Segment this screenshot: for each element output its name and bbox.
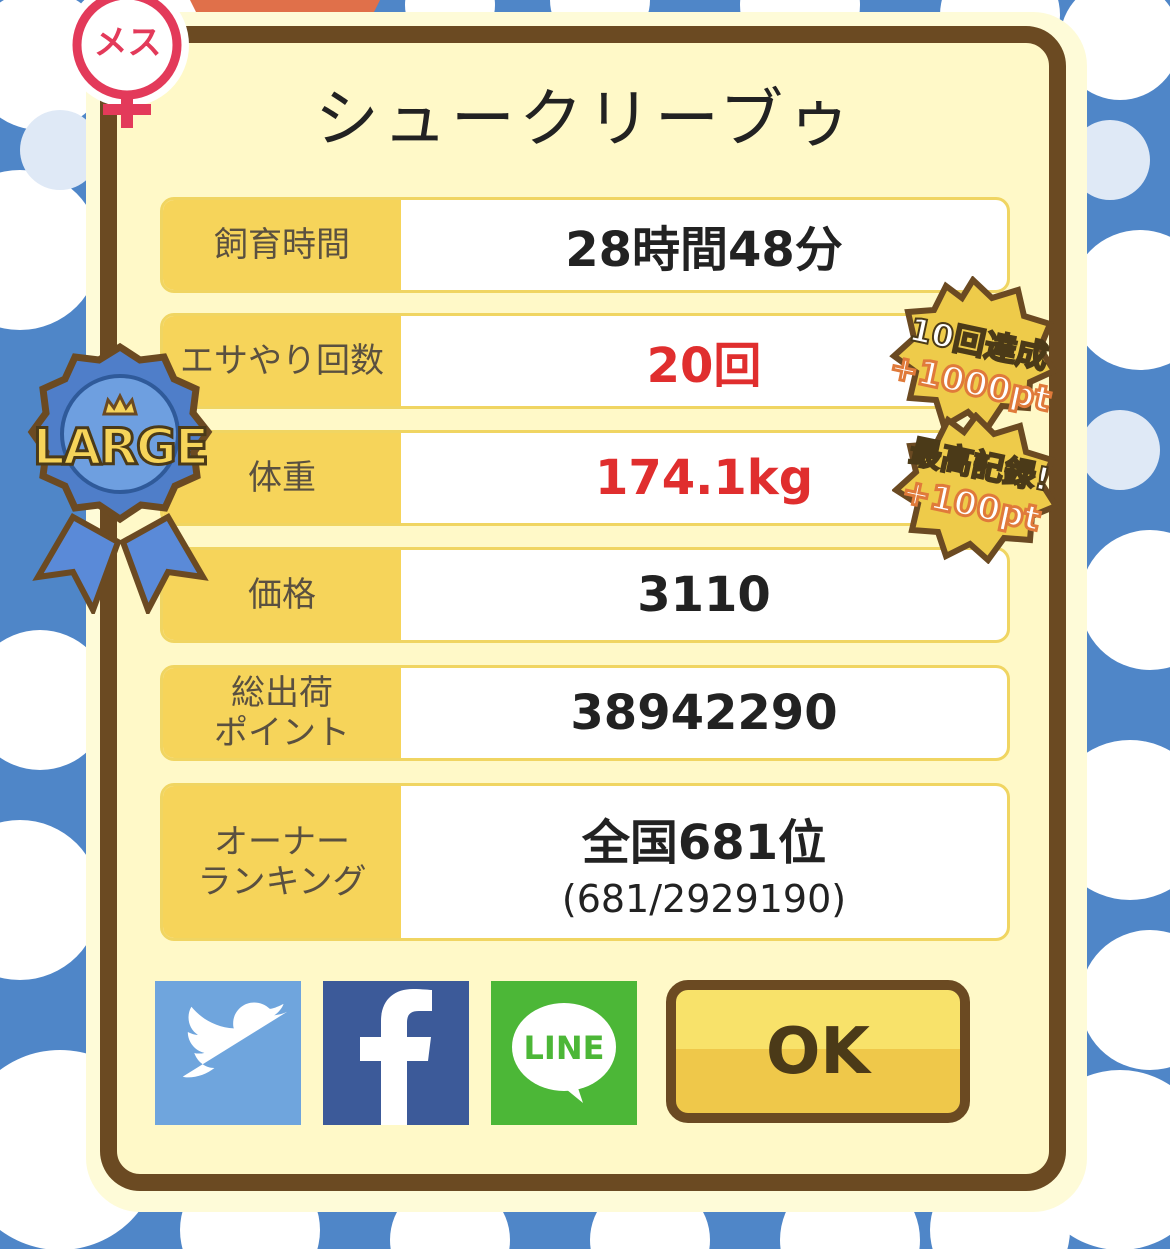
stat-row-owner-ranking: オーナー ランキング 全国681位 (681/2929190)	[160, 783, 1010, 941]
stat-label: 総出荷 ポイント	[163, 668, 401, 758]
stat-value: 全国681位 (681/2929190)	[401, 786, 1007, 938]
line-label: LINE	[523, 1029, 605, 1067]
stat-value: 38942290	[570, 685, 838, 741]
stat-row-weight: 体重 174.1kg	[160, 430, 1010, 526]
pet-name-title: シュークリーブゥ	[314, 83, 856, 157]
stat-label: オーナー ランキング	[163, 786, 401, 938]
stat-label-line2: ランキング	[197, 862, 367, 902]
gender-badge-label: メス	[93, 23, 162, 63]
ranking-main: 全国681位	[581, 815, 827, 871]
ok-button[interactable]: OK	[666, 980, 970, 1123]
facebook-share-button[interactable]	[323, 981, 469, 1125]
stat-row-raising-time: 飼育時間 28時間48分	[160, 197, 1010, 293]
facebook-f-icon	[360, 989, 432, 1125]
stat-label-line1: 総出荷	[231, 673, 333, 713]
stat-row-price: 価格 3110	[160, 547, 1010, 643]
stat-row-total-shipping-points: 総出荷 ポイント 38942290	[160, 665, 1010, 761]
stat-label-line2: ポイント	[214, 713, 350, 753]
ranking-detail: (681/2929190)	[561, 877, 847, 921]
line-share-button[interactable]: LINE	[491, 981, 637, 1125]
stat-label: 飼育時間	[163, 200, 401, 290]
stat-label-line1: オーナー	[214, 822, 350, 862]
twitter-bird-icon	[182, 1002, 288, 1078]
twitter-share-button[interactable]	[155, 981, 301, 1125]
large-ribbon-label: LARGE	[31, 417, 210, 478]
large-size-ribbon	[27, 342, 213, 614]
stat-row-feed-count: エサやり回数 20回	[160, 313, 1010, 409]
